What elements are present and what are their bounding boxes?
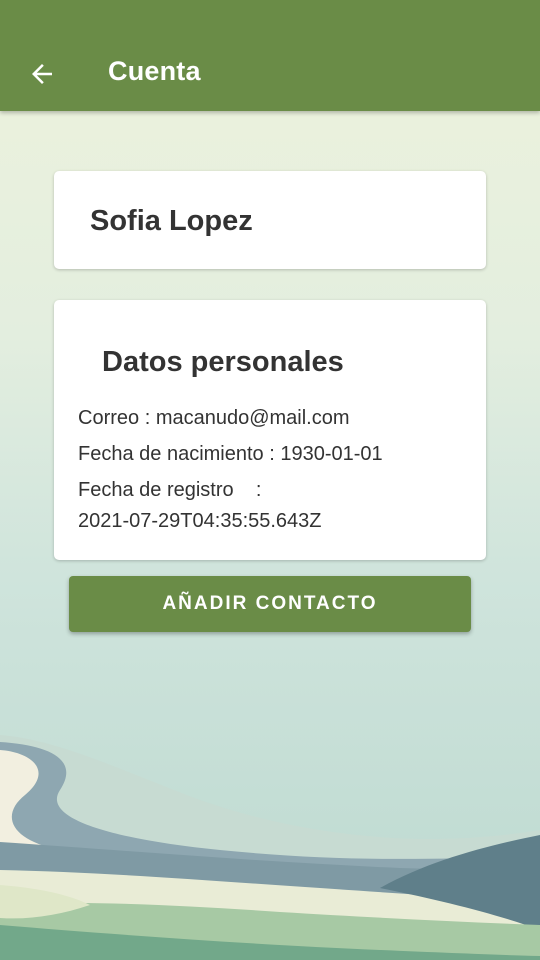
back-button[interactable]	[18, 50, 66, 98]
registration-date-value: 2021-07-29T04:35:55.643Z	[78, 510, 322, 532]
registration-date-row: Fecha de registro :	[78, 479, 261, 502]
page-title: Cuenta	[108, 56, 201, 86]
email-label: Correo :	[78, 407, 151, 429]
profile-card: Sofia Lopez	[54, 171, 486, 269]
birth-date-value: 1930-01-01	[280, 443, 383, 465]
birth-date-row: Fecha de nacimiento : 1930-01-01	[78, 443, 383, 466]
email-value: macanudo@mail.com	[155, 407, 350, 429]
email-row: Correo : macanudo@mail.com	[78, 407, 350, 430]
app-bar: Cuenta	[0, 0, 540, 111]
birth-date-label: Fecha de nacimiento :	[78, 443, 275, 465]
personal-data-card: Datos personales Correo : macanudo@mail.…	[54, 300, 486, 560]
section-title: Datos personales	[102, 346, 344, 378]
add-contact-button[interactable]: AÑADIR CONTACTO	[69, 576, 471, 632]
registration-date-separator: :	[255, 479, 262, 501]
user-name: Sofia Lopez	[90, 205, 253, 237]
registration-date-label: Fecha de registro	[78, 479, 234, 501]
arrow-left-icon	[32, 64, 52, 84]
